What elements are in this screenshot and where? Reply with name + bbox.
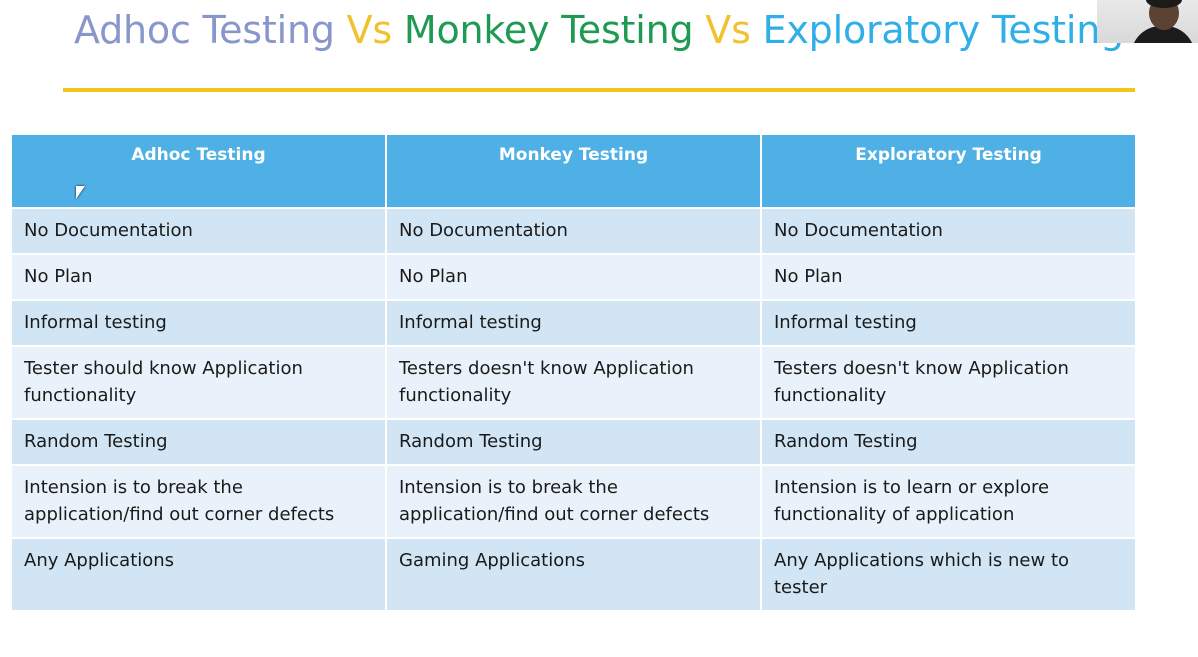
table-cell: No Plan	[385, 253, 762, 301]
table-row: Any Applications Gaming Applications Any…	[10, 537, 1137, 612]
table-cell: Intension is to learn or explore functio…	[760, 464, 1137, 539]
title-underline	[63, 88, 1135, 92]
title-exploratory: Exploratory Testing	[762, 8, 1125, 52]
table-cell: Tester should know Application functiona…	[10, 345, 387, 420]
table-cell: No Plan	[760, 253, 1137, 301]
table-cell: Intension is to break the application/fi…	[385, 464, 762, 539]
table-cell: Informal testing	[10, 299, 387, 347]
table-cell: No Documentation	[10, 207, 387, 255]
table-cell: Gaming Applications	[385, 537, 762, 612]
webcam-overlay	[1097, 0, 1198, 43]
table-row: Intension is to break the application/fi…	[10, 464, 1137, 539]
slide-title: Adhoc Testing Vs Monkey Testing Vs Explo…	[74, 4, 1124, 56]
title-monkey: Monkey Testing	[403, 8, 694, 52]
mouse-cursor-icon	[76, 186, 85, 199]
title-adhoc: Adhoc Testing	[74, 8, 335, 52]
table-cell: Testers doesn't know Application functio…	[760, 345, 1137, 420]
table-row: Random Testing Random Testing Random Tes…	[10, 418, 1137, 466]
header-monkey: Monkey Testing	[385, 133, 762, 209]
table-row: No Documentation No Documentation No Doc…	[10, 207, 1137, 255]
table-cell: Informal testing	[760, 299, 1137, 347]
table-cell: Random Testing	[10, 418, 387, 466]
table-cell: Informal testing	[385, 299, 762, 347]
table-row: Tester should know Application functiona…	[10, 345, 1137, 420]
comparison-table: Adhoc Testing Monkey Testing Exploratory…	[10, 133, 1137, 612]
table-cell: No Documentation	[385, 207, 762, 255]
table-row: Informal testing Informal testing Inform…	[10, 299, 1137, 347]
title-vs-1: Vs	[334, 8, 404, 52]
header-exploratory: Exploratory Testing	[760, 133, 1137, 209]
table-cell: Any Applications	[10, 537, 387, 612]
table-cell: No Plan	[10, 253, 387, 301]
table-cell: Intension is to break the application/fi…	[10, 464, 387, 539]
header-adhoc: Adhoc Testing	[10, 133, 387, 209]
table-cell: Testers doesn't know Application functio…	[385, 345, 762, 420]
table-row: No Plan No Plan No Plan	[10, 253, 1137, 301]
table-cell: Random Testing	[760, 418, 1137, 466]
table-cell: No Documentation	[760, 207, 1137, 255]
table-cell: Any Applications which is new to tester	[760, 537, 1137, 612]
table-cell: Random Testing	[385, 418, 762, 466]
table-header-row: Adhoc Testing Monkey Testing Exploratory…	[10, 133, 1137, 209]
title-vs-2: Vs	[693, 8, 763, 52]
